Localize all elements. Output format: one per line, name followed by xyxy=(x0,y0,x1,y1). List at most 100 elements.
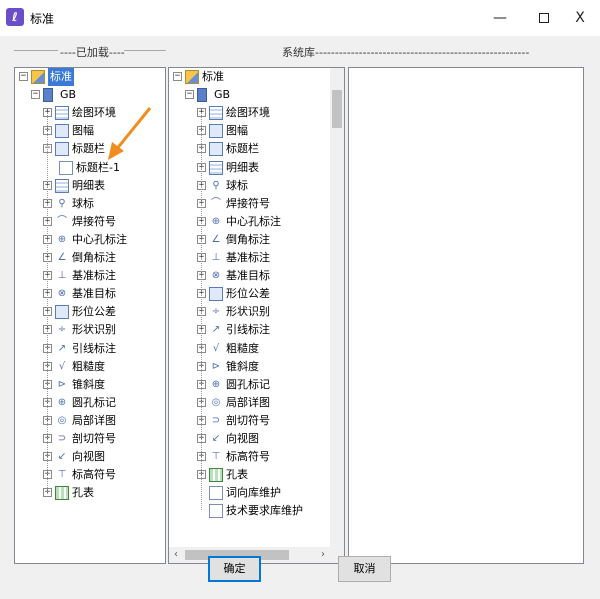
tree-item-label: 标高符号 xyxy=(226,450,270,464)
tree-item[interactable]: + √ 粗糙度 xyxy=(15,358,165,376)
tree-item[interactable]: + ⊥ 基准标注 xyxy=(169,249,344,267)
minimize-button[interactable]: — xyxy=(480,4,520,32)
tree-item-label: 基准目标 xyxy=(72,287,116,301)
center-hole-icon: ⊕ xyxy=(57,233,67,245)
tree-item[interactable]: + 孔表 xyxy=(169,466,344,484)
tree-item[interactable]: + ⊕ 圆孔标记 xyxy=(15,394,165,412)
close-button[interactable]: X xyxy=(560,4,600,32)
tree-item[interactable]: + ↗ 引线标注 xyxy=(15,340,165,358)
tree-item[interactable]: + ⊤ 标高符号 xyxy=(15,466,165,484)
tree-item[interactable]: + 标题栏 xyxy=(169,140,344,158)
tree-item[interactable]: + 绘图环境 xyxy=(15,104,165,122)
tree-item-label: 剖切符号 xyxy=(226,413,270,427)
tree-item[interactable]: + ⚲ 球标 xyxy=(169,177,344,195)
tree-item[interactable]: + ⊗ 基准目标 xyxy=(15,285,165,303)
tree-item-label: 圆孔标记 xyxy=(72,395,116,409)
tree-item[interactable]: − GB xyxy=(15,86,165,104)
ok-button[interactable]: 确定 xyxy=(208,556,261,582)
cancel-button[interactable]: 取消 xyxy=(338,556,391,582)
tree-item[interactable]: + ÷ 形状识别 xyxy=(169,303,344,321)
tree-item-label: 图幅 xyxy=(72,124,94,138)
dialog-body: ----已加载---- 系统库-------------------------… xyxy=(0,36,600,599)
tree-item[interactable]: − GB xyxy=(169,86,344,104)
tree-item-label: 绘图环境 xyxy=(72,106,116,120)
tree-item[interactable]: + ⌒ 焊接符号 xyxy=(15,213,165,231)
tree-item[interactable]: + ⊤ 标高符号 xyxy=(169,448,344,466)
tree-item-label: 孔表 xyxy=(226,468,248,482)
tree-item[interactable]: + ⚲ 球标 xyxy=(15,195,165,213)
app-logo-icon: ℓ xyxy=(6,8,24,26)
tree-item[interactable]: + 形位公差 xyxy=(15,303,165,321)
tree-item-label: 倒角标注 xyxy=(72,251,116,264)
tree-item-label: 剖切符号 xyxy=(72,432,116,445)
library-tree-pane[interactable]: ‹ › − 标准 − GB + 绘图环境 + 图幅 + 标题栏 + 明细表 + ⚲ 球标 + ⌒ 焊接符号 + ⊕ 中心… xyxy=(168,67,345,564)
tree-guide-line xyxy=(201,112,202,511)
tree-item-label: 基准目标 xyxy=(226,269,270,283)
tree-item[interactable]: 词向库维护 xyxy=(169,484,344,502)
tree-item[interactable]: + ↙ 向视图 xyxy=(169,430,344,448)
tree-item[interactable]: + 明细表 xyxy=(15,177,165,195)
tree-item[interactable]: + ∠ 倒角标注 xyxy=(169,231,344,249)
book-icon xyxy=(31,70,45,84)
tree-item[interactable]: − 标准 xyxy=(15,68,165,86)
maximize-button[interactable] xyxy=(524,4,564,32)
tree-item[interactable]: 技术要求库维护 xyxy=(169,502,344,520)
title-bar: ℓ 标准 — X xyxy=(0,0,600,36)
gb-icon xyxy=(197,88,207,103)
tree-item[interactable]: + 孔表 xyxy=(15,484,165,502)
weld-icon: ⌒ xyxy=(211,197,221,209)
tree-item-label: 引线标注 xyxy=(226,323,270,337)
tree-item[interactable]: − 标准 xyxy=(169,68,344,86)
tree-item-label: 局部详图 xyxy=(226,395,270,409)
tree-item[interactable]: + ⊕ 中心孔标注 xyxy=(15,231,165,249)
loaded-tree-pane[interactable]: − 标准 − GB + 绘图环境 + 图幅 − 标题栏 标题栏-1 + 明细表 + ⚲ 球标 + ⌒ 焊接符号 + ⊕ 中… xyxy=(14,67,166,564)
tree-item-label: 粗糙度 xyxy=(72,359,105,373)
tree-item[interactable]: + 图幅 xyxy=(15,122,165,140)
tree-item[interactable]: 标题栏-1 xyxy=(15,159,165,177)
tree-item[interactable]: + ⊕ 圆孔标记 xyxy=(169,376,344,394)
library-group-label: 系统库-------------------------------------… xyxy=(282,46,530,59)
tree-item[interactable]: + ∠ 倒角标注 xyxy=(15,249,165,267)
tree-item[interactable]: + ↗ 引线标注 xyxy=(169,321,344,339)
tree-item-label: 明细表 xyxy=(226,160,259,174)
hole-mark-icon: ⊕ xyxy=(211,378,221,390)
expander-icon[interactable]: − xyxy=(19,72,28,81)
tree-item[interactable]: + ⊃ 剖切符号 xyxy=(15,430,165,448)
tree-item[interactable]: + ⊃ 剖切符号 xyxy=(169,412,344,430)
leader-icon: ↗ xyxy=(211,324,221,336)
tree-item-label: 粗糙度 xyxy=(226,341,259,355)
tree-item[interactable]: + 图幅 xyxy=(169,122,344,140)
tree-item-label: 明细表 xyxy=(72,178,105,192)
tree-item[interactable]: + ↙ 向视图 xyxy=(15,448,165,466)
tree-item-label: 标题栏 xyxy=(226,142,259,156)
tree-item-label: 绘图环境 xyxy=(226,106,270,120)
tree-item[interactable]: + 绘图环境 xyxy=(169,104,344,122)
tree-item[interactable]: + ◎ 局部详图 xyxy=(169,394,344,412)
tree-item[interactable]: + √ 粗糙度 xyxy=(169,340,344,358)
tree-item[interactable]: + ⊳ 锥斜度 xyxy=(15,376,165,394)
roughness-icon: √ xyxy=(212,342,220,354)
tree-item[interactable]: + ⊳ 锥斜度 xyxy=(169,358,344,376)
detail-icon: ◎ xyxy=(211,396,221,408)
tree-item[interactable]: + 形位公差 xyxy=(169,285,344,303)
tree-item[interactable]: + ◎ 局部详图 xyxy=(15,412,165,430)
tree-item[interactable]: − 标题栏 xyxy=(15,140,165,158)
doc-icon xyxy=(209,504,223,519)
tree-item[interactable]: + ⊥ 基准标注 xyxy=(15,267,165,285)
expander-icon[interactable]: − xyxy=(31,90,40,100)
expander-icon[interactable]: − xyxy=(173,72,182,81)
section-icon: ⊃ xyxy=(211,414,221,426)
scroll-left-arrow[interactable]: ‹ xyxy=(169,547,183,563)
tree-item-label: 球标 xyxy=(226,178,248,192)
tree-item-label: 技术要求库维护 xyxy=(226,504,303,518)
tree-item[interactable]: + ÷ 形状识别 xyxy=(15,321,165,339)
tree-item[interactable]: + ⊕ 中心孔标注 xyxy=(169,213,344,231)
doc-icon xyxy=(59,160,73,175)
tree-item[interactable]: + 明细表 xyxy=(169,159,344,177)
tree-item-label: 球标 xyxy=(72,196,94,210)
scroll-right-arrow[interactable]: › xyxy=(316,547,330,563)
tree-item[interactable]: + ⌒ 焊接符号 xyxy=(169,195,344,213)
tree-item-label: 孔表 xyxy=(72,486,94,500)
tree-item[interactable]: + ⊗ 基准目标 xyxy=(169,267,344,285)
expander-icon[interactable]: − xyxy=(185,90,194,100)
